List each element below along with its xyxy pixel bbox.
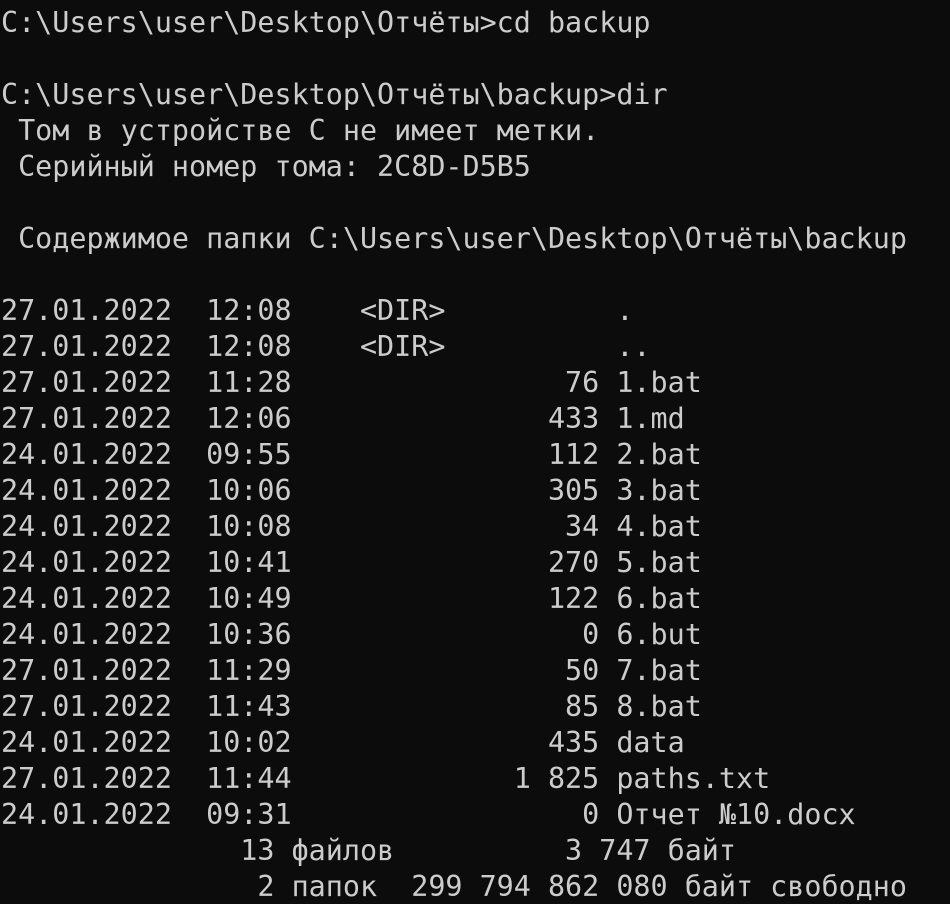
volume-label-line: Том в устройстве C не имеет метки. <box>1 114 600 147</box>
file-entry-row: 27.01.2022 12:06 433 1.md <box>1 402 685 435</box>
file-entry-row: 24.01.2022 10:49 122 6.bat <box>1 582 702 615</box>
dir-entry-row: 27.01.2022 12:08 <DIR> .. <box>1 330 651 363</box>
file-entry-row: 27.01.2022 11:29 50 7.bat <box>1 654 702 687</box>
prompt-line-cd: C:\Users\user\Desktop\Отчёты>cd backup <box>1 6 651 39</box>
file-entry-row: 24.01.2022 09:31 0 Отчет №10.docx <box>1 798 856 831</box>
console-window[interactable]: C:\Users\user\Desktop\Отчёты>cd backup C… <box>0 0 950 904</box>
file-entry-row: 24.01.2022 10:36 0 6.but <box>1 618 702 651</box>
file-entry-row: 24.01.2022 10:08 34 4.bat <box>1 510 702 543</box>
file-entry-row: 27.01.2022 11:28 76 1.bat <box>1 366 702 399</box>
directory-header-line: Содержимое папки C:\Users\user\Desktop\О… <box>1 222 907 255</box>
file-entry-row: 24.01.2022 10:02 435 data <box>1 726 685 759</box>
file-entry-row: 24.01.2022 09:55 112 2.bat <box>1 438 702 471</box>
file-entry-row: 24.01.2022 10:41 270 5.bat <box>1 546 702 579</box>
file-entry-row: 27.01.2022 11:44 1 825 paths.txt <box>1 762 771 795</box>
file-entry-row: 24.01.2022 10:06 305 3.bat <box>1 474 702 507</box>
free-space-summary: 2 папок 299 794 862 080 байт свободно <box>1 870 907 903</box>
dir-entry-row: 27.01.2022 12:08 <DIR> . <box>1 294 634 327</box>
file-count-summary: 13 файлов 3 747 байт <box>1 834 736 867</box>
volume-serial-line: Серийный номер тома: 2C8D-D5B5 <box>1 150 531 183</box>
prompt-line-dir: C:\Users\user\Desktop\Отчёты\backup>dir <box>1 78 668 111</box>
file-entry-row: 27.01.2022 11:43 85 8.bat <box>1 690 702 723</box>
